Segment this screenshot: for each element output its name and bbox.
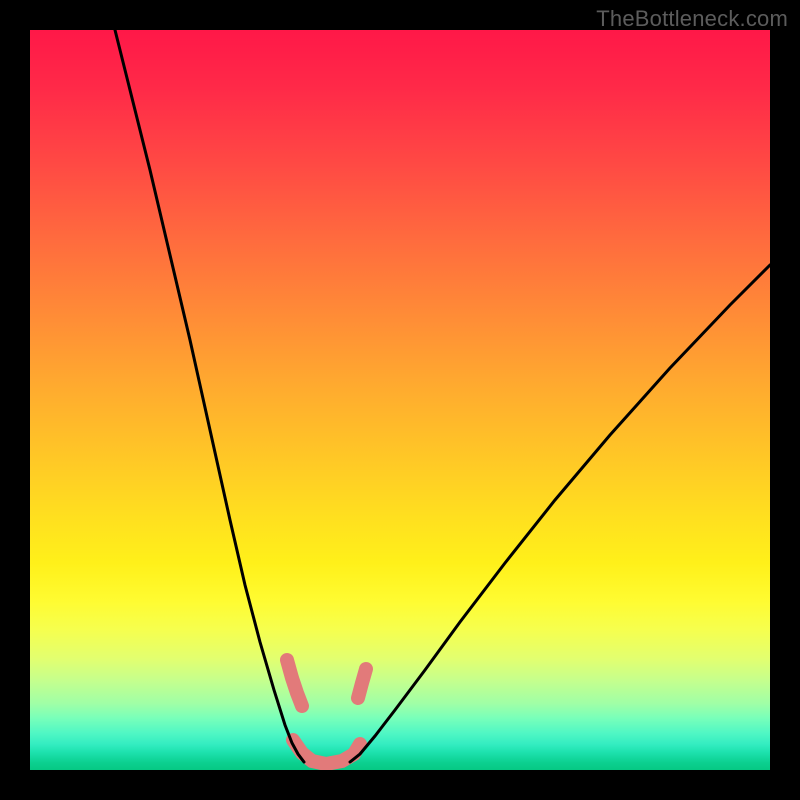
watermark-text: TheBottleneck.com [596,6,788,32]
valley-highlight-segment [358,669,366,698]
left-curve [115,30,304,762]
curves-svg [30,30,770,770]
plot-area [30,30,770,770]
valley-highlight-segment [287,660,302,706]
right-curve [350,265,770,762]
chart-frame: TheBottleneck.com [0,0,800,800]
